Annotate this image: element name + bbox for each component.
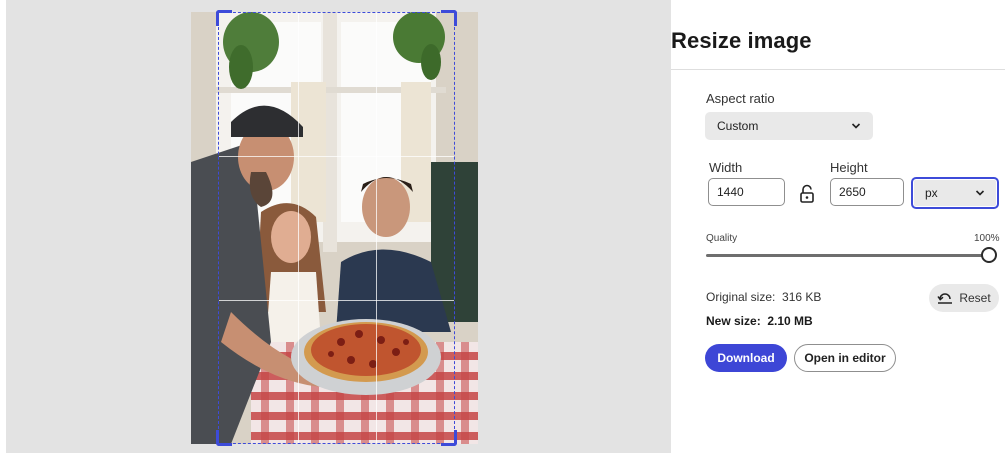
download-button[interactable]: Download xyxy=(705,344,787,372)
unlock-icon[interactable] xyxy=(798,184,816,204)
crop-grid-line xyxy=(376,13,377,443)
crop-handle-top-left[interactable] xyxy=(216,10,232,26)
height-label: Height xyxy=(830,160,868,175)
original-size-value: 316 KB xyxy=(782,290,822,304)
panel-title: Resize image xyxy=(671,28,812,53)
crop-handle-bottom-right[interactable] xyxy=(441,430,457,446)
quality-slider-track[interactable] xyxy=(706,254,988,257)
crop-handle-top-right[interactable] xyxy=(441,10,457,26)
chevron-down-icon xyxy=(975,190,985,196)
quality-value: 100% xyxy=(974,233,1000,244)
new-size-label: New size: xyxy=(706,314,761,328)
new-size: New size: 2.10 MB xyxy=(706,314,813,328)
divider xyxy=(671,69,1005,70)
width-label: Width xyxy=(709,160,743,175)
new-size-value: 2.10 MB xyxy=(767,314,813,328)
quality-label: Quality xyxy=(706,233,738,244)
width-input[interactable] xyxy=(708,178,785,206)
aspect-ratio-label: Aspect ratio xyxy=(706,91,775,106)
quality-slider-thumb[interactable] xyxy=(981,247,997,263)
crop-frame[interactable] xyxy=(216,10,457,446)
crop-handle-bottom-left[interactable] xyxy=(216,430,232,446)
aspect-ratio-value: Custom xyxy=(717,119,759,133)
original-size-label: Original size: xyxy=(706,290,776,304)
open-in-editor-button[interactable]: Open in editor xyxy=(794,344,896,372)
unit-select[interactable]: px xyxy=(911,177,999,209)
chevron-down-icon xyxy=(851,123,861,129)
crop-grid-line xyxy=(219,300,454,301)
aspect-ratio-select[interactable]: Custom xyxy=(705,112,873,140)
height-input[interactable] xyxy=(830,178,904,206)
undo-icon xyxy=(937,293,953,304)
reset-button[interactable]: Reset xyxy=(929,284,999,312)
crop-grid-line xyxy=(219,156,454,157)
reset-label: Reset xyxy=(959,291,991,305)
preview-canvas xyxy=(6,0,671,453)
crop-grid-line xyxy=(298,13,299,443)
resize-panel: Resize image Aspect ratio Custom Width H… xyxy=(671,0,1005,453)
unit-value: px xyxy=(925,186,938,200)
original-size: Original size: 316 KB xyxy=(706,290,821,304)
